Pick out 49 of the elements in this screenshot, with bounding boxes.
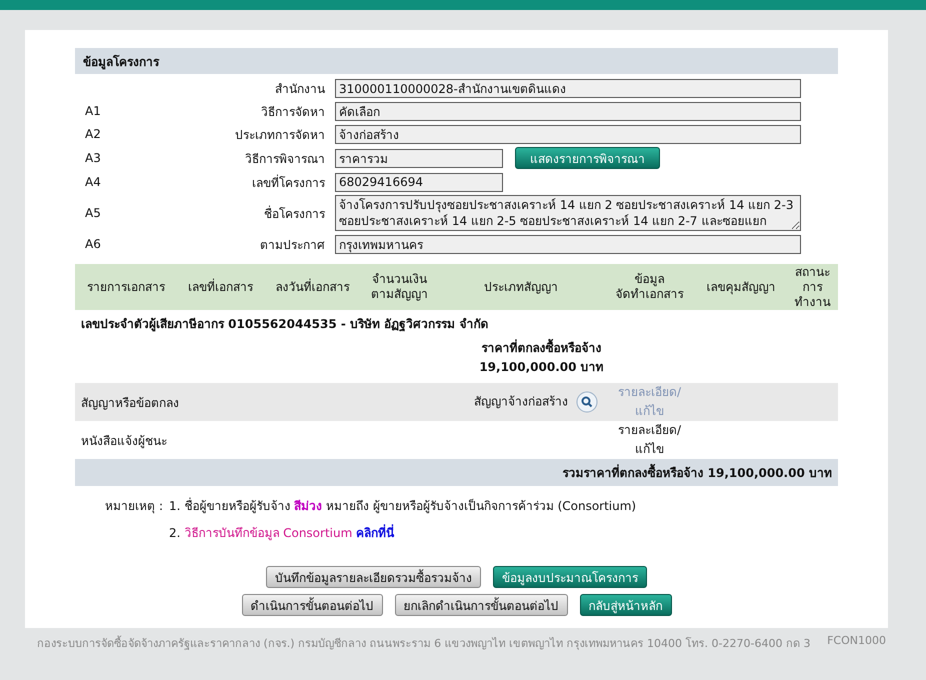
input-field[interactable]: 68029416694 (335, 172, 503, 192)
input-field[interactable]: คัดเลือก (335, 102, 801, 120)
field-code: A3 (84, 151, 102, 165)
column-header: สถานะ การ ทำงาน (786, 264, 838, 310)
detail-edit-link[interactable]: รายละเอียด/ แก้ไข (618, 421, 682, 459)
field-code: A4 (84, 175, 102, 189)
field-label: ชื่อโครงการ (263, 204, 326, 222)
table-cell: หนังสือแจ้งผู้ชนะ (75, 421, 438, 459)
action-button[interactable]: ข้อมูลงบประมาณโครงการ (493, 566, 647, 588)
click-here-link[interactable]: คลิกที่นี่ (356, 526, 394, 540)
section-title: ข้อมูลโครงการ (83, 54, 159, 70)
field-code: A6 (84, 237, 102, 251)
field-label: วิธีการจัดหา (260, 104, 326, 120)
action-button[interactable]: กลับสู่หน้าหลัก (580, 594, 672, 616)
action-button[interactable]: บันทึกข้อมูลรายละเอียดรวมซื้อรวมจ้าง (266, 566, 481, 588)
total-price: รวมราคาที่ตกลงซื้อหรือจ้าง 19,100,000.00 บาท (75, 459, 838, 486)
note-text: 2. วิธีการบันทึกข้อมูล Consortium คลิกที่นี่ (169, 523, 394, 542)
page-code: FCON1000 (827, 634, 886, 649)
column-header: ประเภทสัญญา (438, 264, 604, 310)
field-label: เลขที่โครงการ (251, 174, 326, 192)
column-header: เลขที่เอกสาร (177, 264, 264, 310)
vendor-name: เลขประจำตัวผู้เสียภาษีอากร 0105562044535 - บริษัท อัฏฐวิศวกรรม จำกัด (75, 310, 838, 337)
column-header: เลขคุมสัญญา (695, 264, 787, 310)
input-field[interactable]: จ้างก่อสร้าง (335, 124, 801, 144)
table-cell: สัญญาหรือข้อตกลง (75, 383, 438, 421)
field-code: A2 (84, 127, 102, 141)
column-header: ข้อมูล จัดทำเอกสาร (604, 264, 696, 310)
field-label: วิธีการพิจารณา (244, 150, 326, 168)
show-items-button[interactable]: แสดงรายการพิจารณา (515, 147, 660, 169)
action-button[interactable]: ยกเลิกดำเนินการขั้นตอนต่อไป (394, 594, 568, 616)
table-cell: สัญญาจ้างก่อสร้าง (438, 383, 604, 421)
note-text: 1. ชื่อผู้ขายหรือผู้รับจ้าง สีม่วง หมายถึง ผู้ขายหรือผู้รับจ้างเป็นกิจการค้าร่วม (Consortium) (169, 496, 636, 515)
search-icon[interactable] (576, 391, 598, 413)
input-field[interactable]: 310000110000028-สำนักงานเขตดินแดง (335, 78, 801, 98)
column-header: จำนวนเงิน ตามสัญญา (361, 264, 438, 310)
field-label: ตามประกาศ (259, 236, 326, 254)
action-button[interactable]: ดำเนินการขั้นตอนต่อไป (242, 594, 382, 616)
input-field[interactable]: จ้างโครงการปรับปรุงซอยประชาสงเคราะห์ 14 แยก 2 ซอยประชาสงเคราะห์ 14 แยก 2-3 ซอยประชาสงเคราะห์ 14 แยก 2-5 ซอยประชาสงเคราะห์ 14 แยก 2-7 และซอยแยก (335, 195, 801, 231)
notes-label: หมายเหตุ : (105, 498, 163, 515)
input-field[interactable]: กรุงเทพมหานคร (335, 234, 801, 254)
field-label: สำนักงาน (274, 80, 326, 98)
column-header: รายการเอกสาร (75, 264, 178, 310)
field-label: ประเภทการจัดหา (234, 126, 326, 144)
footer-address: กองระบบการจัดซื้อจัดจ้างภาครัฐและราคากลาง (กจร.) กรมบัญชีกลาง ถนนพระราม 6 แขวงพญาไท เขตพญาไท กรุงเทพมหานคร 10400 โทร. 0-2270-6400 กด 3 (37, 634, 810, 652)
field-code: A5 (84, 206, 102, 220)
column-header: ลงวันที่เอกสาร (264, 264, 362, 310)
field-code: A1 (84, 104, 102, 118)
agreed-price: ราคาที่ตกลงซื้อหรือจ้าง 19,100,000.00 บาท (75, 337, 838, 383)
input-field[interactable]: ราคารวม (335, 148, 503, 168)
